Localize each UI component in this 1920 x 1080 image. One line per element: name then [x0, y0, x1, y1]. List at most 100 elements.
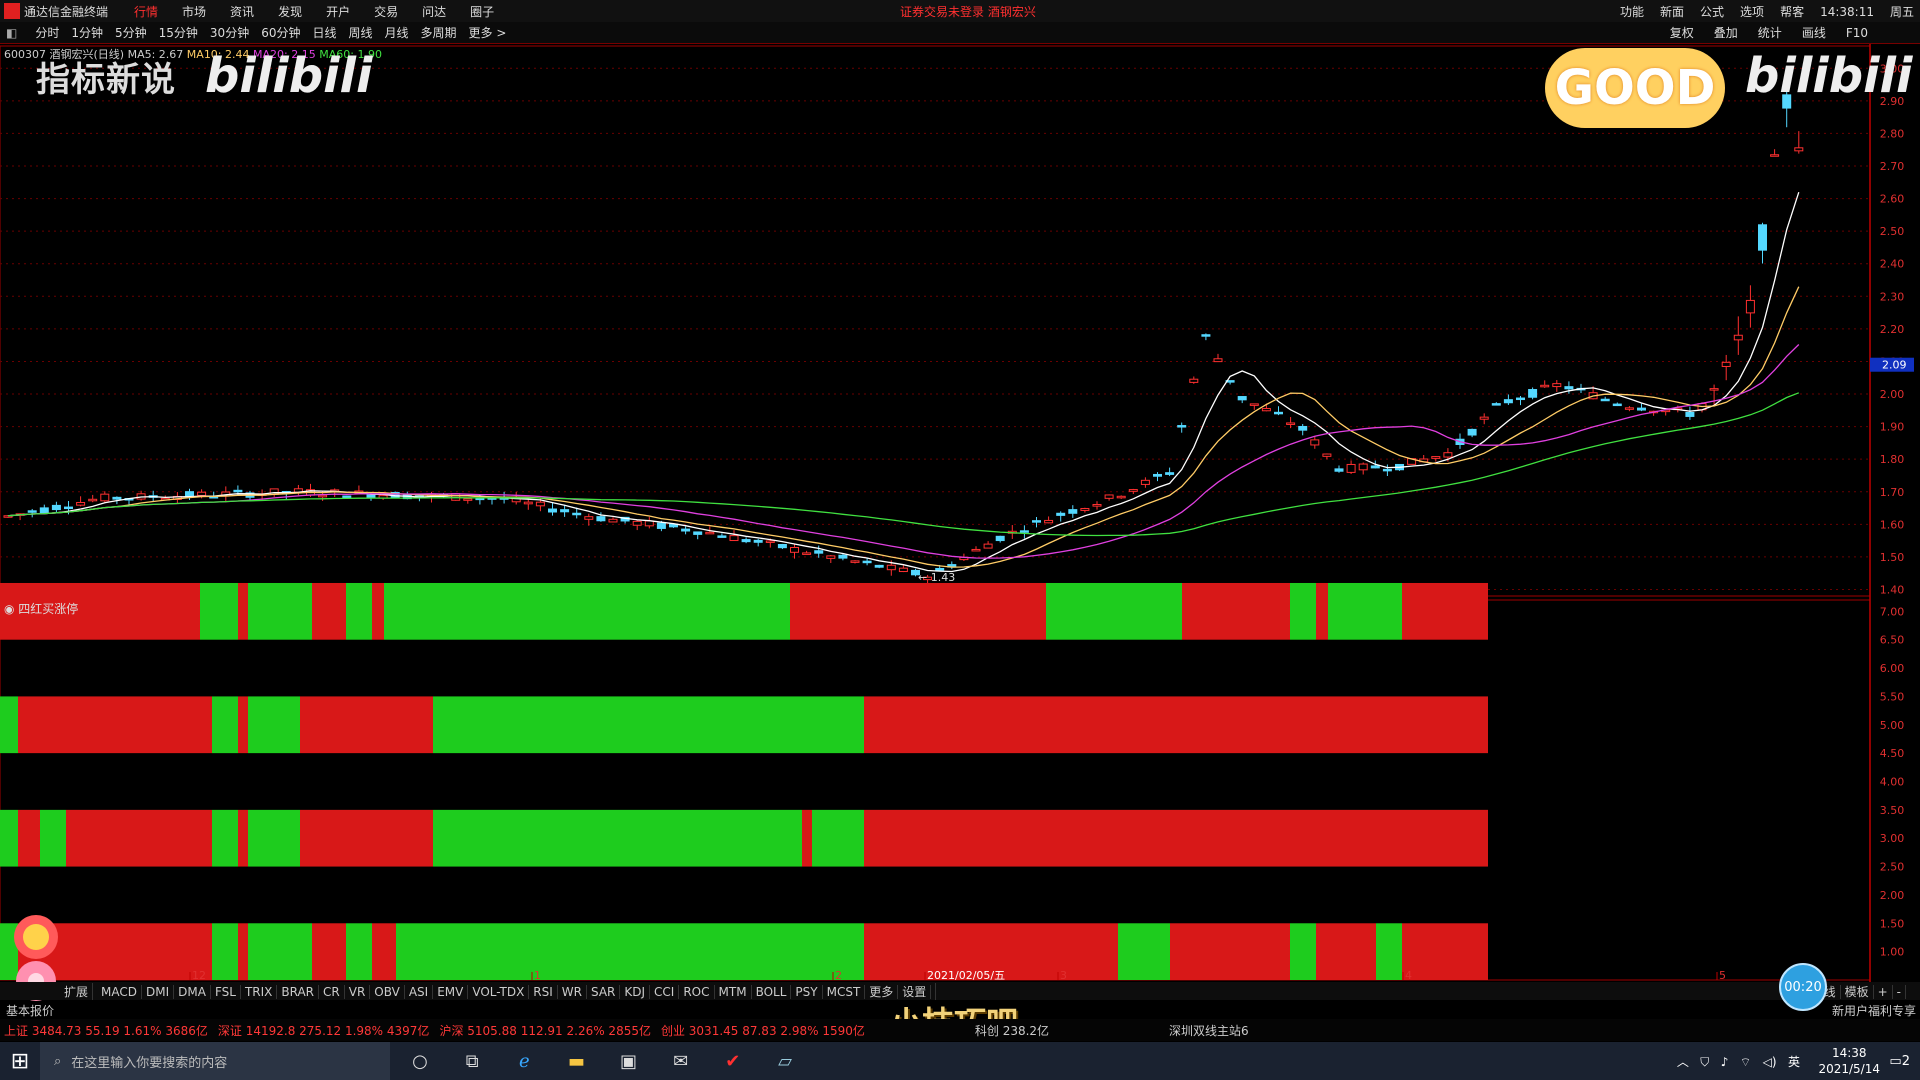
notification-icon[interactable]: ▭2	[1889, 1054, 1910, 1069]
shield-icon[interactable]: ⛉	[1700, 1055, 1709, 1069]
notepad-icon[interactable]: ▱	[767, 1051, 803, 1072]
basic-quote-label[interactable]: 基本报价	[6, 1002, 54, 1019]
signal-bar-row-3	[346, 923, 372, 980]
signal-bar-row-3	[1290, 923, 1316, 980]
candle-body	[995, 535, 1005, 542]
candle-body	[1032, 520, 1041, 523]
chart-area[interactable]: 1.401.501.601.701.801.902.002.102.202.30…	[0, 0, 1920, 1080]
candle-body	[1794, 147, 1804, 152]
candle-body	[197, 491, 207, 496]
quote-sz[interactable]: 深证 14192.8 275.12 1.98% 4397亿	[218, 1022, 430, 1039]
candle-body	[850, 560, 860, 563]
tab-indicator-11[interactable]: VOL-TDX	[468, 984, 530, 999]
signal-bar-row-3	[1402, 923, 1488, 980]
input-language[interactable]: 英	[1788, 1055, 1800, 1069]
candle-body	[862, 560, 872, 564]
candle-body	[1516, 397, 1525, 401]
quote-kc[interactable]: 科创 238.2亿	[975, 1022, 1049, 1039]
candle-body	[27, 510, 37, 513]
tab-indicator-5[interactable]: BRAR	[277, 984, 320, 999]
candle-body	[1370, 465, 1380, 469]
candle-body	[342, 495, 352, 498]
search-placeholder: 在这里输入你要搜索的内容	[71, 1055, 228, 1071]
signal-bar-row-3	[212, 923, 238, 980]
tab-extend[interactable]: 扩展	[60, 982, 94, 1000]
tab-indicator-10[interactable]: EMV	[433, 984, 469, 999]
candle-body	[765, 540, 775, 543]
bottom-control-1[interactable]: 模板	[1840, 984, 1874, 999]
candle-body	[802, 552, 812, 555]
candle-body	[523, 501, 533, 505]
taskbar-clock[interactable]: 14:38 2021/5/14	[1818, 1045, 1880, 1077]
candle-body	[112, 496, 122, 500]
tdx-app-icon[interactable]: ✔	[715, 1051, 751, 1072]
candle-body	[1334, 468, 1344, 472]
candle-body	[1237, 396, 1247, 401]
x-tick-label: 3	[1060, 969, 1067, 982]
tab-indicator-1[interactable]: DMI	[142, 984, 175, 999]
tab-indicator-17[interactable]: ROC	[679, 984, 715, 999]
x-tick-label: 12	[192, 969, 206, 982]
indicator-tick-label: 6.50	[1880, 634, 1905, 647]
quote-hs[interactable]: 沪深 5105.88 112.91 2.26% 2855亿	[439, 1022, 651, 1039]
signal-bar-row-0	[372, 582, 384, 640]
tab-indicator-21[interactable]: MCST	[822, 984, 866, 999]
windows-start-icon[interactable]: ⊞	[0, 1042, 40, 1080]
candle-body	[777, 543, 787, 549]
candle-body	[535, 501, 545, 507]
tab-indicator-0[interactable]: MACD	[97, 984, 142, 999]
candle-body	[693, 531, 703, 535]
tab-indicator-3[interactable]: FSL	[210, 984, 241, 999]
tab-indicator-22[interactable]: 更多	[865, 984, 899, 999]
tab-indicator-18[interactable]: MTM	[714, 984, 752, 999]
tab-indicator-23[interactable]: 设置	[898, 984, 932, 999]
indicator-tick-label: 6.00	[1880, 662, 1905, 675]
candle-body	[1564, 386, 1574, 390]
indicator-label: ◉ 四红买涨停	[4, 602, 79, 616]
price-tick-label: 1.70	[1880, 486, 1905, 499]
task-view-icon[interactable]: ⧉	[454, 1051, 490, 1072]
tab-indicator-15[interactable]: KDJ	[620, 984, 651, 999]
candle-body	[596, 516, 606, 522]
candle-body	[1600, 398, 1610, 402]
tab-indicator-12[interactable]: RSI	[529, 984, 558, 999]
tab-indicator-16[interactable]: CCI	[650, 984, 680, 999]
tab-indicator-4[interactable]: TRIX	[240, 984, 278, 999]
file-explorer-icon[interactable]: ▬	[558, 1051, 594, 1072]
ma-line-ma5	[7, 192, 1800, 573]
cortana-icon[interactable]: ○	[402, 1051, 438, 1072]
tab-indicator-2[interactable]: DMA	[174, 984, 211, 999]
quote-cy[interactable]: 创业 3031.45 87.83 2.98% 1590亿	[661, 1022, 865, 1039]
microphone-icon[interactable]: ♪	[1721, 1055, 1729, 1069]
tab-indicator-9[interactable]: ASI	[404, 984, 434, 999]
candle-body	[463, 498, 473, 501]
indicator-name: 四红买涨停	[18, 602, 79, 616]
signal-bar-row-1	[864, 696, 1488, 754]
tab-indicator-7[interactable]: VR	[344, 984, 371, 999]
price-tick-label: 1.40	[1880, 583, 1905, 596]
notice-link[interactable]: 新用户福利专享	[1832, 1002, 1916, 1019]
network-icon[interactable]: ⌔	[1740, 1055, 1751, 1069]
signal-bar-row-2	[40, 809, 66, 867]
candle-body	[656, 522, 666, 529]
tab-indicator-19[interactable]: BOLL	[751, 984, 792, 999]
tab-indicator-20[interactable]: PSY	[791, 984, 823, 999]
tray-chevron-icon[interactable]: ︿	[1677, 1055, 1689, 1069]
signal-bar-row-0	[238, 582, 248, 640]
quote-sh[interactable]: 上证 3484.73 55.19 1.61% 3686亿	[4, 1022, 208, 1039]
bottom-control-2[interactable]: +	[1873, 984, 1893, 999]
store-icon[interactable]: ▣	[611, 1051, 647, 1072]
tab-indicator-13[interactable]: WR	[557, 984, 587, 999]
server-station[interactable]: 深圳双线主站6	[1169, 1022, 1249, 1039]
tab-indicator-8[interactable]: OBV	[370, 984, 405, 999]
taskbar-search-input[interactable]: ⌕ 在这里输入你要搜索的内容	[40, 1042, 390, 1080]
volume-icon[interactable]: ◁)	[1763, 1055, 1777, 1069]
tab-indicator-6[interactable]: CR	[319, 984, 345, 999]
tab-indicator-14[interactable]: SAR	[587, 984, 621, 999]
mail-icon[interactable]: ✉	[663, 1051, 699, 1072]
edge-browser-icon[interactable]: ℯ	[506, 1051, 542, 1072]
candle-body	[1685, 411, 1695, 417]
price-tick-label: 1.90	[1880, 421, 1905, 434]
video-timer[interactable]: 00:20	[1779, 963, 1827, 1011]
bottom-control-3[interactable]: -	[1892, 984, 1906, 999]
